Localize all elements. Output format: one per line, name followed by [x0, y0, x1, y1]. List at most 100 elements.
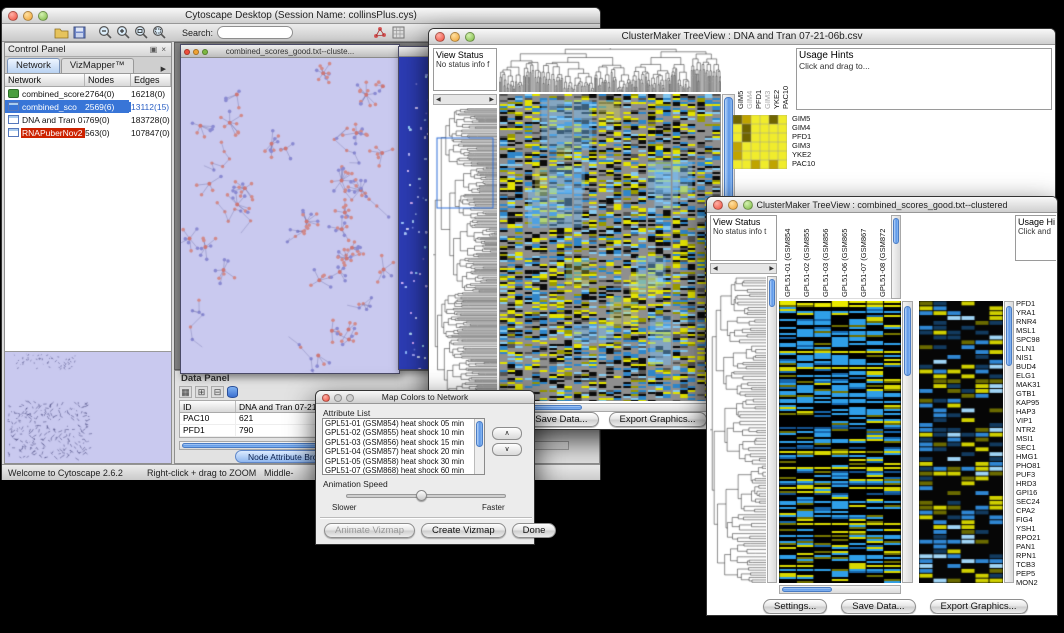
tab-vizmapper[interactable]: VizMapper™ [61, 58, 134, 73]
gene-label[interactable]: NTR2 [1016, 425, 1056, 434]
heatmap[interactable] [779, 301, 901, 583]
gene-label[interactable]: MAK31 [1016, 380, 1056, 389]
gene-label[interactable]: PHO81 [1016, 461, 1056, 470]
gene-label[interactable]: CPA2 [1016, 506, 1056, 515]
gene-label[interactable]: BUD4 [1016, 362, 1056, 371]
treeview-button[interactable]: Export Graphics... [930, 599, 1028, 614]
gene-label[interactable]: KAP95 [1016, 398, 1056, 407]
column-label[interactable]: GPL51-02 (GSM855 [802, 215, 820, 297]
column-label[interactable]: GPL51-01 (GSM854 [783, 215, 801, 297]
gene-label[interactable]: YSH1 [1016, 524, 1056, 533]
row-dendrogram[interactable] [433, 108, 497, 401]
dialog-button[interactable]: Create Vizmap [421, 523, 506, 538]
gene-label[interactable]: SEC1 [1016, 443, 1056, 452]
grid-view-icon[interactable] [389, 25, 407, 41]
zoom-selected-icon[interactable] [132, 25, 150, 41]
zoom-button[interactable] [465, 32, 475, 42]
gene-label[interactable]: FIG4 [1016, 515, 1056, 524]
gene-label[interactable]: HRD3 [1016, 479, 1056, 488]
header-vscrollbar[interactable] [891, 215, 901, 299]
close-button[interactable] [435, 32, 445, 42]
heatmap-vscrollbar[interactable] [902, 301, 913, 583]
attribute-item[interactable]: GPL51-07 (GSM868) heat shock 60 min [323, 466, 484, 475]
gene-label[interactable]: SEC24 [1016, 497, 1056, 506]
gene-label[interactable]: PUF3 [1016, 470, 1056, 479]
gene-label[interactable]: GTB1 [1016, 389, 1056, 398]
dendrogram-vscrollbar[interactable] [767, 276, 777, 583]
gene-label[interactable]: PAN1 [1016, 542, 1056, 551]
gene-label[interactable]: GPI16 [1016, 488, 1056, 497]
treeview1-titlebar[interactable]: ClusterMaker TreeView : DNA and Tran 07-… [429, 29, 1055, 45]
navigator-scrollbar[interactable]: ◀ ▶ [710, 263, 777, 274]
gene-label[interactable]: HMG1 [1016, 452, 1056, 461]
heatmap[interactable] [499, 94, 721, 401]
attribute-vscrollbar[interactable] [1004, 301, 1014, 583]
gene-label[interactable]: RNR4 [1016, 317, 1056, 326]
scroll-left-icon[interactable]: ◀ [436, 96, 441, 103]
zoom-in-icon[interactable] [114, 25, 132, 41]
minimize-button[interactable] [23, 11, 33, 21]
minimize-button[interactable] [334, 394, 342, 402]
zoom-button[interactable] [743, 200, 753, 210]
close-button[interactable] [713, 200, 723, 210]
treeview2-titlebar[interactable]: ClusterMaker TreeView : combined_scores_… [707, 197, 1057, 213]
attribute-heatmap[interactable] [919, 301, 1003, 583]
zoom-fit-icon[interactable] [150, 25, 168, 41]
gene-label[interactable]: RPN1 [1016, 551, 1056, 560]
delete-attribute-icon[interactable]: ⊟ [211, 386, 224, 398]
open-session-icon[interactable] [52, 25, 70, 41]
tab-network[interactable]: Network [7, 58, 60, 73]
scroll-right-icon[interactable]: ▶ [769, 265, 774, 272]
gene-label[interactable]: PFD1 [1016, 299, 1056, 308]
gene-label[interactable]: CLN1 [1016, 344, 1056, 353]
scroll-left-icon[interactable]: ◀ [713, 265, 718, 272]
gene-label[interactable]: PEP5 [1016, 569, 1056, 578]
treeview-button[interactable]: Save Data... [524, 412, 598, 427]
treeview-button[interactable]: Settings... [763, 599, 827, 614]
attribute-list-scrollbar[interactable] [474, 419, 484, 474]
attribute-item[interactable]: GPL51-02 (GSM855) heat shock 10 min [323, 428, 484, 437]
col-header-network[interactable]: Network [5, 74, 85, 86]
row-dendrogram[interactable] [710, 276, 766, 583]
scroll-right-icon[interactable]: ▶ [489, 96, 494, 103]
attribute-item[interactable]: GPL51-04 (GSM857) heat shock 20 min [323, 447, 484, 456]
tab-overflow-icon[interactable]: ▶ [158, 65, 169, 73]
network-row[interactable]: combined_sco2569(6)13112(15) [5, 100, 171, 113]
move-down-button[interactable]: ∨ [492, 443, 522, 456]
minimize-button[interactable] [193, 49, 199, 55]
column-label[interactable]: GPL51-06 (GSM865 [840, 215, 858, 297]
col-header-nodes[interactable]: Nodes [85, 74, 131, 86]
dialog-titlebar[interactable]: Map Colors to Network [316, 391, 534, 404]
create-attribute-icon[interactable]: ⊞ [195, 386, 208, 398]
minimize-button[interactable] [450, 32, 460, 42]
speed-slider-thumb[interactable] [416, 490, 427, 501]
treeview-button[interactable]: Export Graphics... [609, 412, 707, 427]
column-label[interactable]: GPL51-07 (GSM867 [859, 215, 877, 297]
gene-label[interactable]: SPC98 [1016, 335, 1056, 344]
zoom-button[interactable] [202, 49, 208, 55]
attribute-database-icon[interactable] [227, 386, 238, 398]
gene-label[interactable]: ELG1 [1016, 371, 1056, 380]
correlation-matrix[interactable] [733, 115, 787, 169]
gene-label[interactable]: MSL1 [1016, 326, 1056, 335]
network-row[interactable]: combined_scores2764(0)16218(0) [5, 87, 171, 100]
gene-label[interactable]: RPO21 [1016, 533, 1056, 542]
network-view-titlebar[interactable]: combined_scores_good.txt--cluste... [181, 45, 399, 58]
column-label[interactable]: GPL51-03 (GSM856 [821, 215, 839, 297]
search-input[interactable] [217, 26, 293, 39]
move-up-button[interactable]: ∧ [492, 427, 522, 440]
gene-label[interactable]: VIP1 [1016, 416, 1056, 425]
network-row[interactable]: RNAPuberNov2563(0)107847(0) [5, 126, 171, 139]
navigator-scrollbar[interactable]: ◀ ▶ [433, 94, 497, 105]
col-header-id[interactable]: ID [180, 401, 236, 412]
gene-label[interactable]: TCB3 [1016, 560, 1056, 569]
column-dendrogram[interactable] [499, 48, 721, 92]
gene-label[interactable]: NIS1 [1016, 353, 1056, 362]
gene-label[interactable]: MSI1 [1016, 434, 1056, 443]
save-session-icon[interactable] [70, 25, 88, 41]
network-annotation-icon[interactable] [371, 25, 389, 41]
close-button[interactable] [184, 49, 190, 55]
network-canvas[interactable] [181, 58, 399, 373]
float-panel-icon[interactable]: ▣ [148, 45, 160, 54]
treeview-button[interactable]: Save Data... [841, 599, 915, 614]
